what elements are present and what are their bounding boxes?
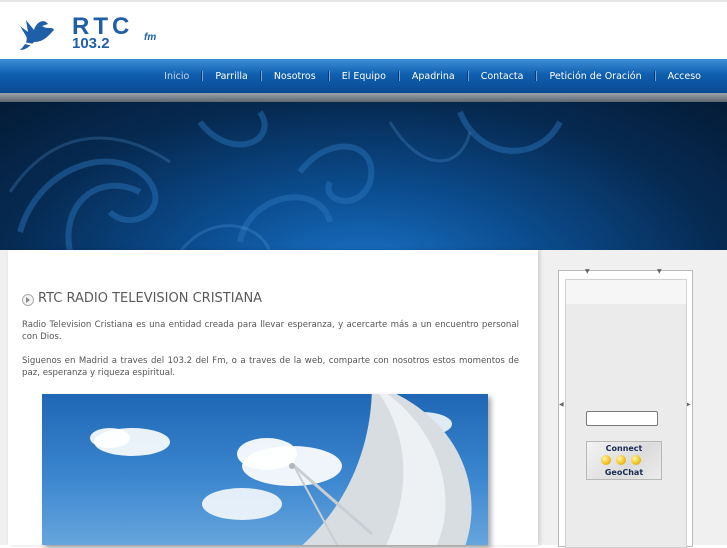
- dove-logo-icon: RTC 103.2 fm: [20, 13, 156, 52]
- logo-unit: fm: [144, 32, 156, 43]
- ornament-swirls: [8, 110, 563, 250]
- nav-item-acceso[interactable]: Acceso: [656, 71, 713, 82]
- nav-item-el-equipo[interactable]: El Equipo: [330, 71, 398, 82]
- chat-frame-header: [566, 280, 686, 304]
- nav-item-inicio[interactable]: Inicio: [152, 71, 201, 82]
- main-navigation: Inicio Parrilla Nosotros El Equipo Apadrina C…: [0, 59, 727, 93]
- geochat-label: GeoChat: [604, 468, 644, 477]
- follow-paragraph: Siguenos en Madrid a traves del 103.2 de…: [22, 356, 519, 378]
- satellite-dish-image: [42, 394, 488, 545]
- hero-banner: [0, 102, 727, 250]
- chat-nickname-input[interactable]: [586, 411, 658, 426]
- smiley-icon: [616, 455, 626, 465]
- nav-item-petición-de-oración[interactable]: Petición de Oración: [537, 71, 653, 82]
- page-title: RTC RADIO TELEVISION CRISTIANA: [38, 291, 263, 306]
- nav-item-contacta[interactable]: Contacta: [469, 71, 536, 82]
- smileys: [601, 455, 641, 465]
- site-logo[interactable]: RTC 103.2 fm: [18, 12, 188, 54]
- nav-menu: Inicio Parrilla Nosotros El Equipo Apadrina C…: [152, 59, 713, 93]
- smiley-icon: [601, 455, 611, 465]
- connect-label: Connect: [605, 444, 643, 453]
- satellite-dish-icon: [90, 394, 472, 545]
- nav-item-nosotros[interactable]: Nosotros: [262, 71, 328, 82]
- site-header: RTC 103.2 fm: [0, 0, 727, 62]
- nav-item-parrilla[interactable]: Parrilla: [203, 71, 260, 82]
- arrow-left-icon[interactable]: ◀: [559, 401, 564, 408]
- chat-widget: ▼ ▼ ◀ ▶: [558, 268, 693, 548]
- title-arrow-icon: [22, 294, 34, 306]
- logo-frequency: 103.2: [72, 35, 110, 52]
- nav-item-apadrina[interactable]: Apadrina: [400, 71, 467, 82]
- smiley-icon: [631, 455, 641, 465]
- intro-paragraph: Radio Television Cristiana es una entida…: [22, 320, 519, 342]
- arrow-down-icon[interactable]: ▼: [585, 268, 590, 275]
- header-divider-band: [0, 93, 727, 102]
- arrow-down-icon[interactable]: ▼: [657, 268, 662, 275]
- geochat-connect-button[interactable]: Connect GeoChat: [586, 441, 662, 480]
